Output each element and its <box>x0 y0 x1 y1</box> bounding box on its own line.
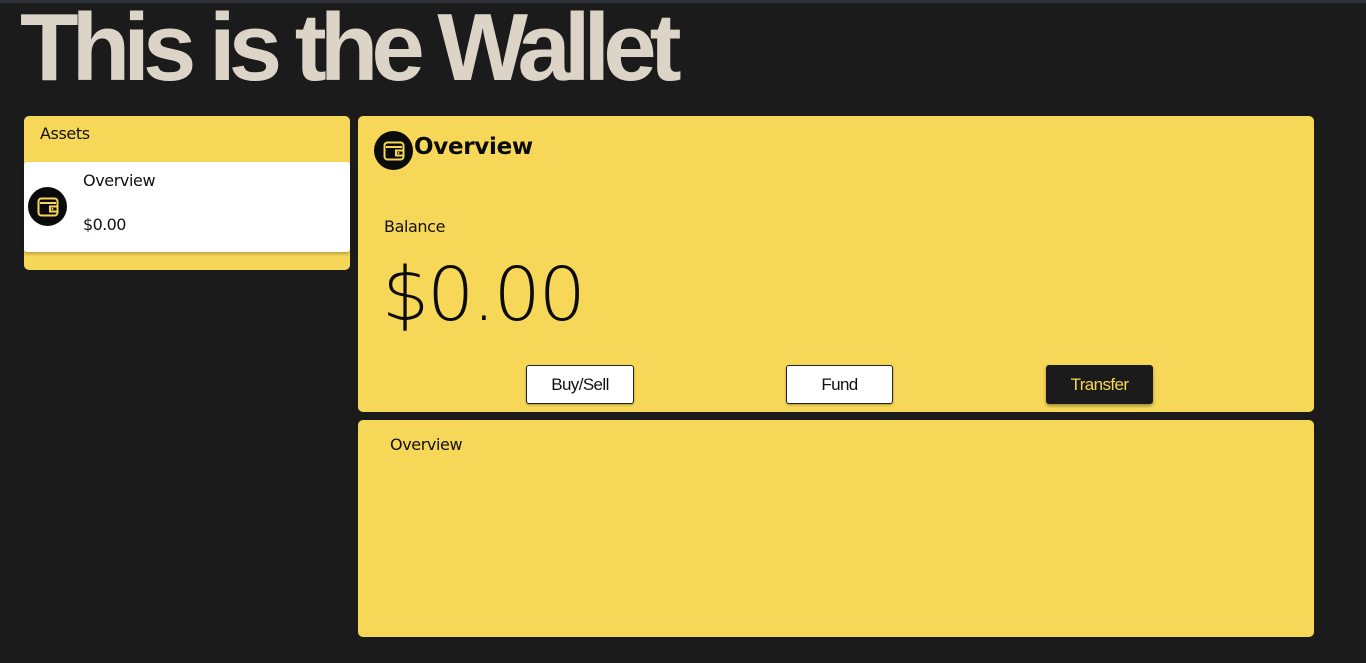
overview-title: Overview <box>414 134 533 160</box>
transfer-button[interactable]: Transfer <box>1046 365 1153 404</box>
assets-panel: Assets Overview $0.00 <box>24 116 350 270</box>
page-title: This is the Wallet <box>20 0 682 101</box>
asset-item-overview[interactable]: Overview $0.00 <box>24 162 350 252</box>
overview-panel-heading: Overview <box>390 435 463 454</box>
overview-card: Overview Balance $0.00 Buy/Sell Fund Tra… <box>358 116 1314 412</box>
asset-name: Overview <box>83 171 156 190</box>
wallet-icon <box>28 187 67 226</box>
balance-label: Balance <box>384 217 446 236</box>
overview-panel: Overview <box>358 420 1314 637</box>
balance-amount: $0.00 <box>382 252 586 338</box>
fund-button[interactable]: Fund <box>786 365 893 404</box>
asset-value: $0.00 <box>83 215 126 234</box>
assets-heading: Assets <box>40 124 90 143</box>
wallet-icon <box>374 131 413 170</box>
buy-sell-button[interactable]: Buy/Sell <box>526 365 634 404</box>
